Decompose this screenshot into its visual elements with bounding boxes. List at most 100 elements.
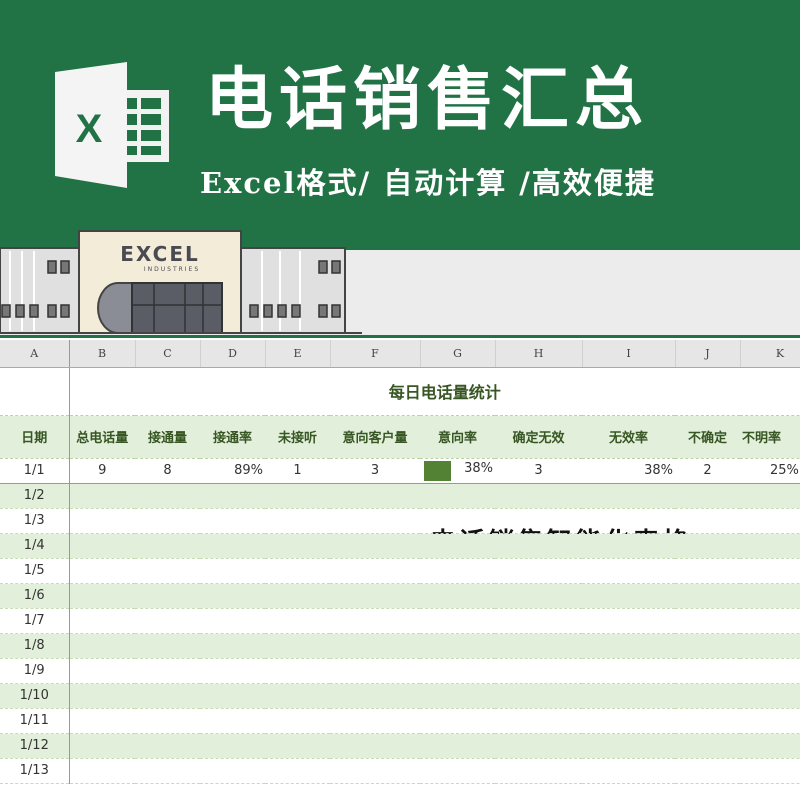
cell[interactable] bbox=[135, 708, 200, 733]
cell-date[interactable]: 1/13 bbox=[0, 758, 69, 783]
cell[interactable] bbox=[495, 658, 582, 683]
cell[interactable] bbox=[740, 608, 800, 633]
cell[interactable] bbox=[740, 733, 800, 758]
cell[interactable] bbox=[265, 583, 330, 608]
column-header-d[interactable]: D bbox=[200, 340, 265, 367]
cell[interactable] bbox=[330, 708, 420, 733]
header-intent-rate[interactable]: 意向率 bbox=[420, 415, 495, 458]
cell[interactable] bbox=[200, 483, 265, 508]
header-missed[interactable]: 未接听 bbox=[265, 415, 330, 458]
cell-invalid-rate[interactable]: 38% bbox=[582, 458, 675, 483]
cell[interactable] bbox=[265, 683, 330, 708]
cell[interactable] bbox=[420, 708, 495, 733]
column-header-c[interactable]: C bbox=[135, 340, 200, 367]
cell[interactable] bbox=[135, 483, 200, 508]
cell[interactable] bbox=[420, 658, 495, 683]
cell[interactable] bbox=[265, 633, 330, 658]
cell[interactable] bbox=[740, 533, 800, 558]
cell[interactable] bbox=[420, 758, 495, 783]
header-invalid-rate[interactable]: 无效率 bbox=[582, 415, 675, 458]
cell[interactable] bbox=[420, 508, 495, 533]
cell[interactable] bbox=[330, 608, 420, 633]
cell-intent[interactable]: 3 bbox=[330, 458, 420, 483]
cell[interactable] bbox=[69, 758, 135, 783]
cell[interactable] bbox=[69, 483, 135, 508]
cell-date[interactable]: 1/1 bbox=[0, 458, 69, 483]
cell[interactable] bbox=[495, 508, 582, 533]
cell[interactable] bbox=[135, 583, 200, 608]
column-header-j[interactable]: J bbox=[675, 340, 740, 367]
cell[interactable] bbox=[495, 533, 582, 558]
cell-date[interactable]: 1/8 bbox=[0, 633, 69, 658]
cell[interactable] bbox=[0, 367, 69, 415]
cell[interactable] bbox=[740, 708, 800, 733]
cell[interactable] bbox=[330, 483, 420, 508]
header-total[interactable]: 总电话量 bbox=[69, 415, 135, 458]
cell[interactable] bbox=[495, 633, 582, 658]
cell[interactable] bbox=[135, 558, 200, 583]
cell[interactable] bbox=[495, 733, 582, 758]
cell[interactable] bbox=[330, 658, 420, 683]
cell[interactable] bbox=[265, 533, 330, 558]
cell-date[interactable]: 1/10 bbox=[0, 683, 69, 708]
cell[interactable] bbox=[740, 758, 800, 783]
cell[interactable] bbox=[330, 533, 420, 558]
cell[interactable] bbox=[740, 583, 800, 608]
cell-date[interactable]: 1/7 bbox=[0, 608, 69, 633]
column-header-a[interactable]: A bbox=[0, 340, 69, 367]
cell-date[interactable]: 1/4 bbox=[0, 533, 69, 558]
cell[interactable] bbox=[582, 708, 675, 733]
cell[interactable] bbox=[200, 733, 265, 758]
header-date[interactable]: 日期 bbox=[0, 415, 69, 458]
cell[interactable] bbox=[135, 633, 200, 658]
header-connected[interactable]: 接通量 bbox=[135, 415, 200, 458]
cell[interactable] bbox=[135, 683, 200, 708]
cell-date[interactable]: 1/6 bbox=[0, 583, 69, 608]
cell[interactable] bbox=[420, 583, 495, 608]
cell[interactable] bbox=[69, 508, 135, 533]
cell[interactable] bbox=[675, 533, 740, 558]
cell[interactable] bbox=[675, 733, 740, 758]
cell[interactable] bbox=[495, 558, 582, 583]
cell[interactable] bbox=[582, 633, 675, 658]
cell[interactable] bbox=[330, 558, 420, 583]
cell[interactable] bbox=[330, 583, 420, 608]
cell[interactable] bbox=[582, 533, 675, 558]
cell[interactable] bbox=[69, 558, 135, 583]
cell[interactable] bbox=[330, 508, 420, 533]
cell[interactable] bbox=[675, 758, 740, 783]
cell[interactable] bbox=[200, 708, 265, 733]
cell[interactable] bbox=[200, 758, 265, 783]
cell[interactable] bbox=[265, 658, 330, 683]
cell-connect-rate[interactable]: 89% bbox=[200, 458, 265, 483]
cell[interactable] bbox=[420, 558, 495, 583]
cell[interactable] bbox=[330, 633, 420, 658]
cell[interactable] bbox=[582, 658, 675, 683]
cell[interactable] bbox=[200, 583, 265, 608]
header-invalid[interactable]: 确定无效 bbox=[495, 415, 582, 458]
cell[interactable] bbox=[265, 758, 330, 783]
spreadsheet-grid[interactable]: A B C D E F G H I J K 每日电话量统计 日期 总电话量 接通… bbox=[0, 340, 800, 784]
cell[interactable] bbox=[330, 733, 420, 758]
cell[interactable] bbox=[69, 633, 135, 658]
cell[interactable] bbox=[675, 483, 740, 508]
cell[interactable] bbox=[740, 508, 800, 533]
cell-date[interactable]: 1/5 bbox=[0, 558, 69, 583]
cell[interactable] bbox=[582, 583, 675, 608]
cell[interactable] bbox=[200, 658, 265, 683]
cell[interactable] bbox=[69, 708, 135, 733]
cell[interactable] bbox=[740, 683, 800, 708]
cell[interactable] bbox=[582, 483, 675, 508]
cell-intent-rate[interactable]: 38% bbox=[420, 458, 495, 483]
cell[interactable] bbox=[265, 558, 330, 583]
cell[interactable] bbox=[495, 683, 582, 708]
cell[interactable] bbox=[582, 758, 675, 783]
cell[interactable] bbox=[200, 633, 265, 658]
cell[interactable] bbox=[69, 533, 135, 558]
cell[interactable] bbox=[265, 733, 330, 758]
cell[interactable] bbox=[200, 683, 265, 708]
cell[interactable] bbox=[740, 483, 800, 508]
table-title[interactable]: 每日电话量统计 bbox=[69, 367, 800, 415]
cell[interactable] bbox=[495, 483, 582, 508]
cell[interactable] bbox=[582, 733, 675, 758]
